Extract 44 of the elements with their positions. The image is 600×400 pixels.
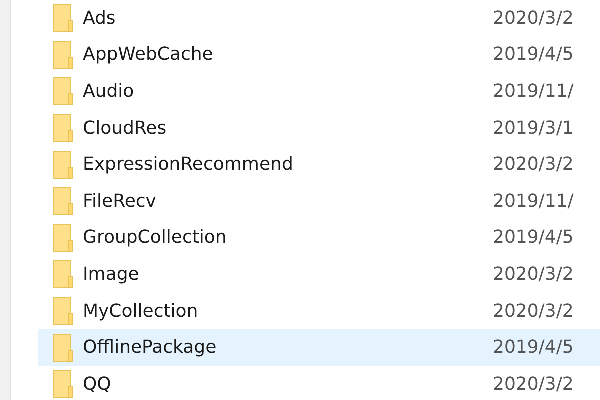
modified-date: 2019/4/5: [493, 337, 574, 358]
file-row[interactable]: Audio 2019/11/: [38, 73, 600, 110]
file-row[interactable]: Image 2020/3/2: [38, 256, 600, 293]
folder-icon: [53, 260, 73, 288]
modified-date: 2020/3/2: [493, 300, 574, 322]
file-name: GroupCollection: [83, 227, 228, 248]
file-name: QQ: [83, 374, 112, 395]
folder-icon: [53, 187, 73, 216]
file-name: OfflinePackage: [83, 337, 218, 358]
file-name: ExpressionRecommend: [83, 154, 294, 176]
folder-icon: [53, 370, 73, 398]
modified-date: 2020/3/2: [493, 374, 574, 395]
folder-icon: [53, 224, 73, 252]
folder-icon: [53, 77, 73, 106]
modified-date: 2019/3/1: [493, 118, 574, 139]
file-row[interactable]: GroupCollection 2019/4/5: [38, 220, 600, 256]
modified-date: 2019/4/5: [493, 44, 574, 66]
file-row[interactable]: FileRecv 2019/11/: [38, 182, 600, 220]
modified-date: 2019/11/: [493, 190, 574, 212]
file-name: Image: [83, 264, 140, 285]
file-row[interactable]: OfflinePackage 2019/4/5: [38, 329, 600, 366]
file-name: Ads: [83, 8, 117, 29]
modified-date: 2019/4/5: [493, 227, 574, 248]
file-row[interactable]: AppWebCache 2019/4/5: [38, 36, 600, 74]
file-row[interactable]: ExpressionRecommend 2020/3/2: [38, 146, 600, 183]
folder-icon: [53, 4, 73, 32]
folder-icon: [53, 150, 73, 179]
file-name: CloudRes: [83, 118, 168, 139]
modified-date: 2020/3/2: [493, 154, 574, 176]
file-name: AppWebCache: [83, 44, 214, 66]
folder-icon: [53, 297, 73, 326]
folder-icon: [53, 40, 73, 69]
modified-date: 2020/3/2: [493, 8, 574, 29]
modified-date: 2019/11/: [493, 80, 574, 102]
modified-date: 2020/3/2: [493, 264, 574, 285]
file-row[interactable]: Ads 2020/3/2: [38, 0, 600, 37]
file-name: MyCollection: [83, 300, 200, 322]
folder-icon: [53, 334, 73, 362]
file-row[interactable]: CloudRes 2019/3/1: [38, 110, 600, 146]
file-name: FileRecv: [83, 190, 158, 212]
folder-icon: [53, 114, 73, 142]
file-name: Audio: [83, 80, 136, 102]
file-row[interactable]: QQ 2020/3/2: [38, 366, 600, 400]
file-row[interactable]: MyCollection 2020/3/2: [38, 292, 600, 330]
